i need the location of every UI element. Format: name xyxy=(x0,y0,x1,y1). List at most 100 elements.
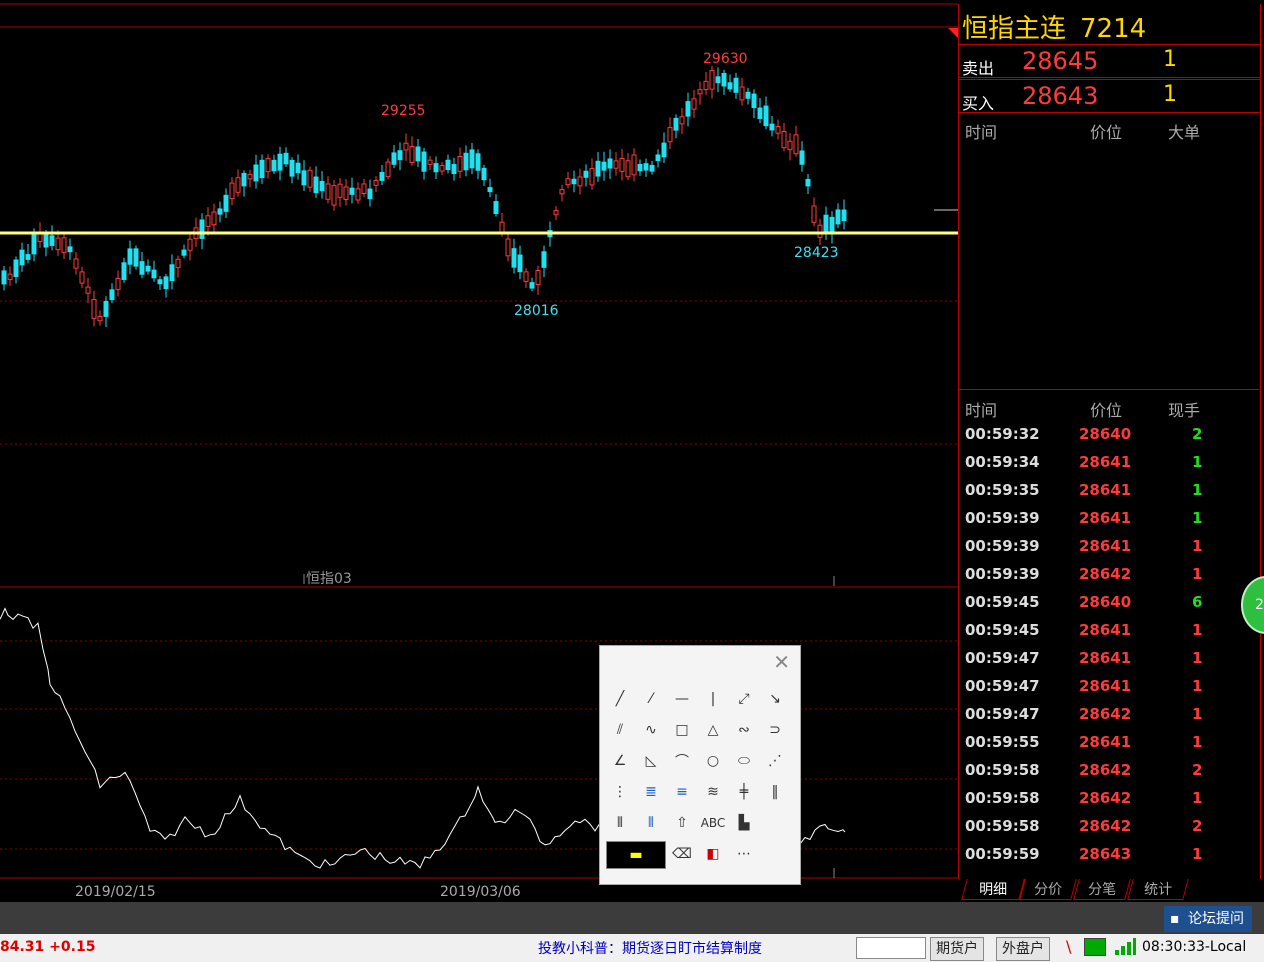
parallel-tool-icon[interactable]: ⫽ xyxy=(606,717,634,743)
candle-body xyxy=(493,201,499,215)
candle-body xyxy=(43,233,49,248)
color-tool-icon[interactable]: ◧ xyxy=(699,841,727,867)
tab-price-dist[interactable]: 分价 xyxy=(1019,879,1077,900)
tick-time: 00:59:45 xyxy=(965,593,1040,611)
tick-time: 00:59:59 xyxy=(965,845,1040,863)
fib2-tool-icon[interactable]: ≡ xyxy=(668,779,696,805)
candle-body xyxy=(55,237,61,251)
connection-icon xyxy=(1084,938,1106,956)
tick-time: 00:59:47 xyxy=(965,705,1040,723)
buy-price: 28643 xyxy=(1022,82,1099,110)
tick-row: 00:59:47 28642 1 xyxy=(959,700,1259,728)
foreign-account-button[interactable]: 外盘户 xyxy=(996,937,1050,961)
triangle-tool-icon[interactable]: △ xyxy=(699,717,727,743)
candle-body xyxy=(607,158,613,169)
tick-row: 00:59:58 28642 2 xyxy=(959,756,1259,784)
ellipse-tool-icon[interactable]: ⬭ xyxy=(730,748,758,774)
tick-list[interactable]: 00:59:32 28640 2 00:59:34 28641 1 00:59:35 2864… xyxy=(959,420,1259,868)
news-ticker[interactable]: 投教小科普：期货逐日盯市结算制度 xyxy=(538,938,762,958)
tick-volume: 1 xyxy=(1192,453,1203,471)
tick-price: 28642 xyxy=(1079,565,1132,583)
candle-body xyxy=(649,164,655,172)
sell-label: 卖出 xyxy=(962,59,995,78)
circle-tool-icon[interactable]: ○ xyxy=(699,748,727,774)
segment-tool-icon[interactable]: ⤢ xyxy=(730,686,758,712)
kline-chart-svg[interactable]: 29255 29630 28016 28423 恒指03 2019/02/15 … xyxy=(0,0,958,902)
tick-volume: 1 xyxy=(1192,789,1203,807)
forum-question-button[interactable]: ▪ 论坛提问 xyxy=(1164,906,1252,932)
tab-statistics[interactable]: 统计 xyxy=(1127,879,1189,900)
tab-tick-trades[interactable]: 分笔 xyxy=(1073,879,1131,900)
candle-body xyxy=(505,238,511,257)
channel-tool-icon[interactable]: ≋ xyxy=(699,779,727,805)
ticks-price-header: 价位 xyxy=(1090,401,1123,420)
sub-chart-label: 恒指03 xyxy=(306,571,352,587)
tick-row: 00:59:32 28640 2 xyxy=(959,420,1259,448)
candle-body xyxy=(829,216,835,235)
tick-price: 28642 xyxy=(1079,761,1132,779)
tick-time: 00:59:55 xyxy=(965,733,1040,751)
candle-body xyxy=(445,159,451,171)
futures-account-button[interactable]: 期货户 xyxy=(930,937,984,961)
candle-body xyxy=(343,186,349,200)
fib-tool-icon[interactable]: ≣ xyxy=(637,779,665,805)
fan-tool-icon[interactable]: ⋰ xyxy=(761,748,789,774)
speed-tool-icon[interactable]: ⋮ xyxy=(606,779,634,805)
arrow-tool-icon[interactable]: ↘ xyxy=(761,686,789,712)
candle-body xyxy=(751,93,757,109)
cycle2-tool-icon[interactable]: ⦀ xyxy=(637,810,665,836)
vline-tool-icon[interactable]: | xyxy=(699,686,727,712)
sell-price: 28645 xyxy=(1022,47,1099,75)
candle-body xyxy=(379,172,385,181)
candle-body xyxy=(817,224,823,238)
candle-body xyxy=(469,149,475,169)
tick-time: 00:59:58 xyxy=(965,817,1040,835)
polyline-tool-icon[interactable]: ∿ xyxy=(637,717,665,743)
candle-body xyxy=(265,158,271,173)
arc-tool-icon[interactable]: ⊃ xyxy=(761,717,789,743)
instrument-code: 7214 xyxy=(1080,14,1147,44)
candle-body xyxy=(541,251,547,268)
line-tool-icon[interactable]: ╱ xyxy=(606,686,634,712)
tick-row: 00:59:45 28641 1 xyxy=(959,616,1259,644)
candle-body xyxy=(79,271,85,284)
hline-tool-icon[interactable]: — xyxy=(668,686,696,712)
candle-body xyxy=(451,164,457,175)
candle-body xyxy=(397,150,403,161)
candle-body xyxy=(427,159,433,165)
angle-tool-icon[interactable]: ◺ xyxy=(637,748,665,774)
candle-body xyxy=(565,178,571,186)
gann-tool-icon[interactable]: ∠ xyxy=(606,748,634,774)
tick-volume: 1 xyxy=(1192,537,1203,555)
candle-body xyxy=(433,163,439,173)
tick-time: 00:59:35 xyxy=(965,481,1040,499)
candle-body xyxy=(145,265,151,272)
cycle-tool-icon[interactable]: ⦀ xyxy=(606,810,634,836)
period-tool-icon[interactable]: ‖ xyxy=(761,779,789,805)
tab-detail[interactable]: 明细 xyxy=(961,879,1025,900)
line-style-icon[interactable]: ▬ xyxy=(606,841,666,869)
candle-body xyxy=(721,72,727,87)
eraser-icon[interactable]: ⌫ xyxy=(668,841,696,867)
more-icon[interactable]: ⋯ xyxy=(730,841,758,867)
tick-price: 28641 xyxy=(1079,621,1132,639)
rect-tool-icon[interactable]: □ xyxy=(668,717,696,743)
tick-volume: 1 xyxy=(1192,621,1203,639)
candle-body xyxy=(481,167,487,181)
cross-tool-icon[interactable]: ╪ xyxy=(730,779,758,805)
tick-volume: 1 xyxy=(1192,677,1203,695)
text-tool-icon[interactable]: ABC xyxy=(699,810,727,836)
drawing-toolbox[interactable]: ✕ ╱ ⁄ — | ⤢ ↘ ⫽ ∿ □ △ ∾ ⊃ ∠ ◺ ⌒ ○ ⬭ ⋰ ⋮ ≣ ≡ ≋ ╪ ‖ ⦀ ⦀ ⇧ ABC ▙ ▬ ⌫ ◧ ⋯ xyxy=(599,645,801,885)
ruler-tool-icon[interactable]: ▙ xyxy=(730,810,758,836)
wave-tool-icon[interactable]: ∾ xyxy=(730,717,758,743)
ray-tool-icon[interactable]: ⁄ xyxy=(637,686,665,712)
candle-body xyxy=(223,194,229,212)
status-input[interactable] xyxy=(856,937,926,959)
candle-body xyxy=(121,262,127,281)
candle-body xyxy=(151,269,157,279)
close-icon[interactable]: ✕ xyxy=(773,650,790,674)
kline-chart-area[interactable]: 29255 29630 28016 28423 恒指03 2019/02/15 … xyxy=(0,0,958,902)
instrument-name: 恒指主连 xyxy=(962,14,1067,44)
up-arrow-icon[interactable]: ⇧ xyxy=(668,810,696,836)
arc2-tool-icon[interactable]: ⌒ xyxy=(668,748,696,774)
